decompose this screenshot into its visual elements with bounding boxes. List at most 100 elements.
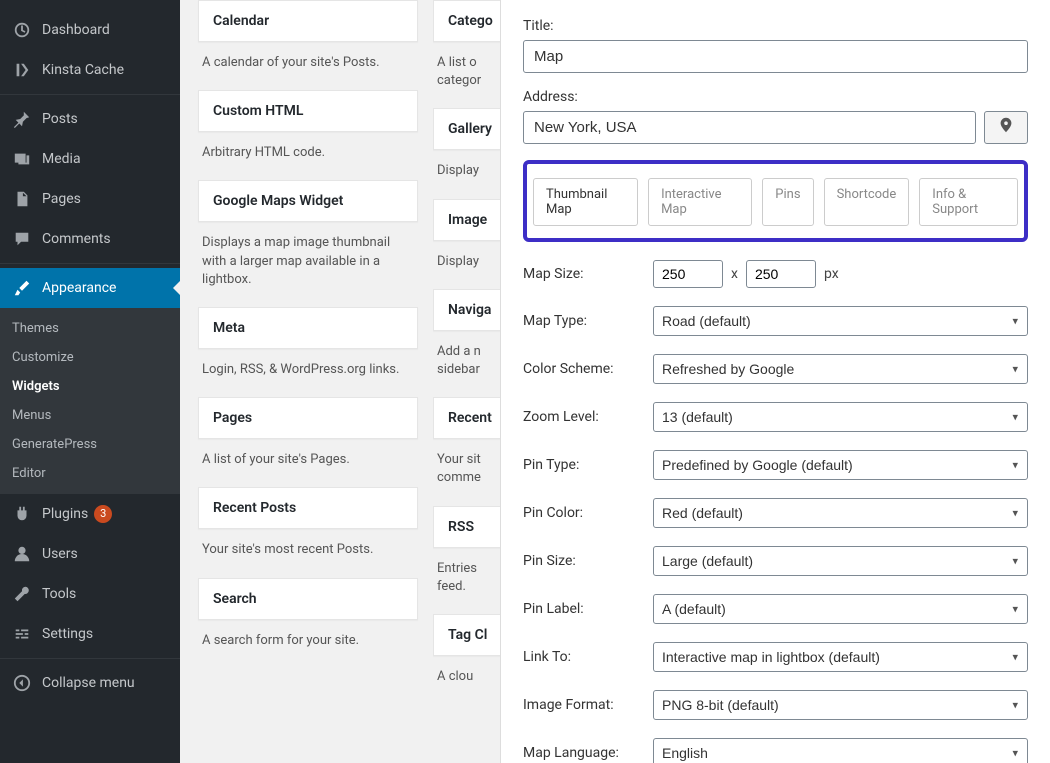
widget-navigation[interactable]: Naviga — [433, 289, 503, 331]
sidebar-item-appearance[interactable]: Appearance — [0, 268, 180, 308]
sidebar-item-kinsta[interactable]: Kinsta Cache — [0, 50, 180, 90]
widget-desc: A search form for your site. — [198, 630, 418, 668]
pin-type-select[interactable]: Predefined by Google (default) — [653, 450, 1028, 480]
widget-custom-html[interactable]: Custom HTML — [198, 90, 418, 132]
widget-desc: A list of your site's Pages. — [198, 449, 418, 487]
map-width-input[interactable] — [653, 260, 723, 288]
sidebar-item-media[interactable]: Media — [0, 139, 180, 179]
tab-thumbnail-map[interactable]: Thumbnail Map — [533, 178, 638, 226]
pin-label-select[interactable]: A (default) — [653, 594, 1028, 624]
widget-categories[interactable]: Catego — [433, 0, 503, 42]
page-icon — [12, 189, 32, 209]
pin-size-label: Pin Size: — [523, 553, 653, 569]
sidebar-item-users[interactable]: Users — [0, 534, 180, 574]
collapse-icon — [12, 673, 32, 693]
sidebar-label: Plugins — [42, 506, 88, 522]
submenu-customize[interactable]: Customize — [0, 343, 180, 372]
pin-label-label: Pin Label: — [523, 601, 653, 617]
main-content: Calendar A calendar of your site's Posts… — [180, 0, 1050, 763]
widget-desc: Display — [433, 160, 503, 198]
pin-color-label: Pin Color: — [523, 505, 653, 521]
media-icon — [12, 149, 32, 169]
plugin-update-badge: 3 — [94, 505, 112, 523]
sidebar-label: Appearance — [42, 280, 116, 296]
sidebar-label: Kinsta Cache — [42, 62, 124, 78]
map-type-select[interactable]: Road (default) — [653, 306, 1028, 336]
widget-desc: Arbitrary HTML code. — [198, 142, 418, 180]
sidebar-label: Settings — [42, 626, 93, 642]
widget-pages[interactable]: Pages — [198, 397, 418, 439]
widget-rss[interactable]: RSS — [433, 506, 503, 548]
map-pin-icon — [997, 116, 1015, 139]
widget-desc: A clou — [433, 666, 503, 704]
sidebar-item-tools[interactable]: Tools — [0, 574, 180, 614]
widget-column-2: Catego A list o categor Gallery Display … — [433, 0, 503, 704]
title-label: Title: — [523, 18, 1028, 34]
submenu-menus[interactable]: Menus — [0, 401, 180, 430]
map-height-input[interactable] — [746, 260, 816, 288]
title-input[interactable] — [523, 40, 1028, 73]
address-input[interactable] — [523, 111, 976, 144]
widget-desc: Displays a map image thumbnail with a la… — [198, 232, 418, 307]
widget-tag-cloud[interactable]: Tag Cl — [433, 614, 503, 656]
address-label: Address: — [523, 89, 1028, 105]
tabs-highlight: Thumbnail Map Interactive Map Pins Short… — [523, 160, 1028, 242]
submenu-widgets[interactable]: Widgets — [0, 372, 180, 401]
widget-gallery[interactable]: Gallery — [433, 108, 503, 150]
sidebar-label: Pages — [42, 191, 81, 207]
map-language-label: Map Language: — [523, 745, 653, 761]
widget-google-maps[interactable]: Google Maps Widget — [198, 180, 418, 222]
pin-size-select[interactable]: Large (default) — [653, 546, 1028, 576]
dashboard-icon — [12, 20, 32, 40]
zoom-level-label: Zoom Level: — [523, 409, 653, 425]
pin-type-label: Pin Type: — [523, 457, 653, 473]
sliders-icon — [12, 624, 32, 644]
sidebar-label: Media — [42, 151, 81, 167]
widget-column-1: Calendar A calendar of your site's Posts… — [198, 0, 418, 704]
pin-color-select[interactable]: Red (default) — [653, 498, 1028, 528]
widget-image[interactable]: Image — [433, 199, 503, 241]
sidebar-label: Collapse menu — [42, 675, 135, 691]
widget-recent-comments[interactable]: Recent — [433, 397, 503, 439]
sidebar-item-posts[interactable]: Posts — [0, 99, 180, 139]
tab-shortcode[interactable]: Shortcode — [824, 178, 910, 226]
user-icon — [12, 544, 32, 564]
pin-icon — [12, 109, 32, 129]
widget-meta[interactable]: Meta — [198, 307, 418, 349]
submenu-generatepress[interactable]: GeneratePress — [0, 430, 180, 459]
widget-desc: Your site's most recent Posts. — [198, 539, 418, 577]
submenu-editor[interactable]: Editor — [0, 459, 180, 488]
brush-icon — [12, 278, 32, 298]
sidebar-item-comments[interactable]: Comments — [0, 219, 180, 259]
tab-interactive-map[interactable]: Interactive Map — [648, 178, 752, 226]
locate-button[interactable] — [984, 111, 1028, 144]
sidebar-label: Posts — [42, 111, 78, 127]
sidebar-item-plugins[interactable]: Plugins 3 — [0, 494, 180, 534]
tab-pins[interactable]: Pins — [762, 178, 813, 226]
zoom-level-select[interactable]: 13 (default) — [653, 402, 1028, 432]
sidebar-item-settings[interactable]: Settings — [0, 614, 180, 654]
sidebar-item-dashboard[interactable]: Dashboard — [0, 10, 180, 50]
submenu-themes[interactable]: Themes — [0, 314, 180, 343]
sidebar-item-pages[interactable]: Pages — [0, 179, 180, 219]
link-to-label: Link To: — [523, 649, 653, 665]
image-format-label: Image Format: — [523, 697, 653, 713]
widget-recent-posts[interactable]: Recent Posts — [198, 487, 418, 529]
color-scheme-label: Color Scheme: — [523, 361, 653, 377]
appearance-submenu: Themes Customize Widgets Menus GenerateP… — [0, 308, 180, 494]
tab-info-support[interactable]: Info & Support — [919, 178, 1018, 226]
color-scheme-select[interactable]: Refreshed by Google — [653, 354, 1028, 384]
widget-search[interactable]: Search — [198, 578, 418, 620]
widget-calendar[interactable]: Calendar — [198, 0, 418, 42]
widget-desc: Login, RSS, & WordPress.org links. — [198, 359, 418, 397]
map-language-select[interactable]: English — [653, 738, 1028, 763]
kinsta-icon — [12, 60, 32, 80]
map-type-label: Map Type: — [523, 313, 653, 329]
widget-desc: Display — [433, 251, 503, 289]
sidebar-item-collapse[interactable]: Collapse menu — [0, 663, 180, 703]
image-format-select[interactable]: PNG 8-bit (default) — [653, 690, 1028, 720]
admin-sidebar: Dashboard Kinsta Cache Posts Media Pages… — [0, 0, 180, 763]
link-to-select[interactable]: Interactive map in lightbox (default) — [653, 642, 1028, 672]
sidebar-label: Dashboard — [42, 22, 110, 38]
dimension-separator: x — [731, 266, 738, 282]
